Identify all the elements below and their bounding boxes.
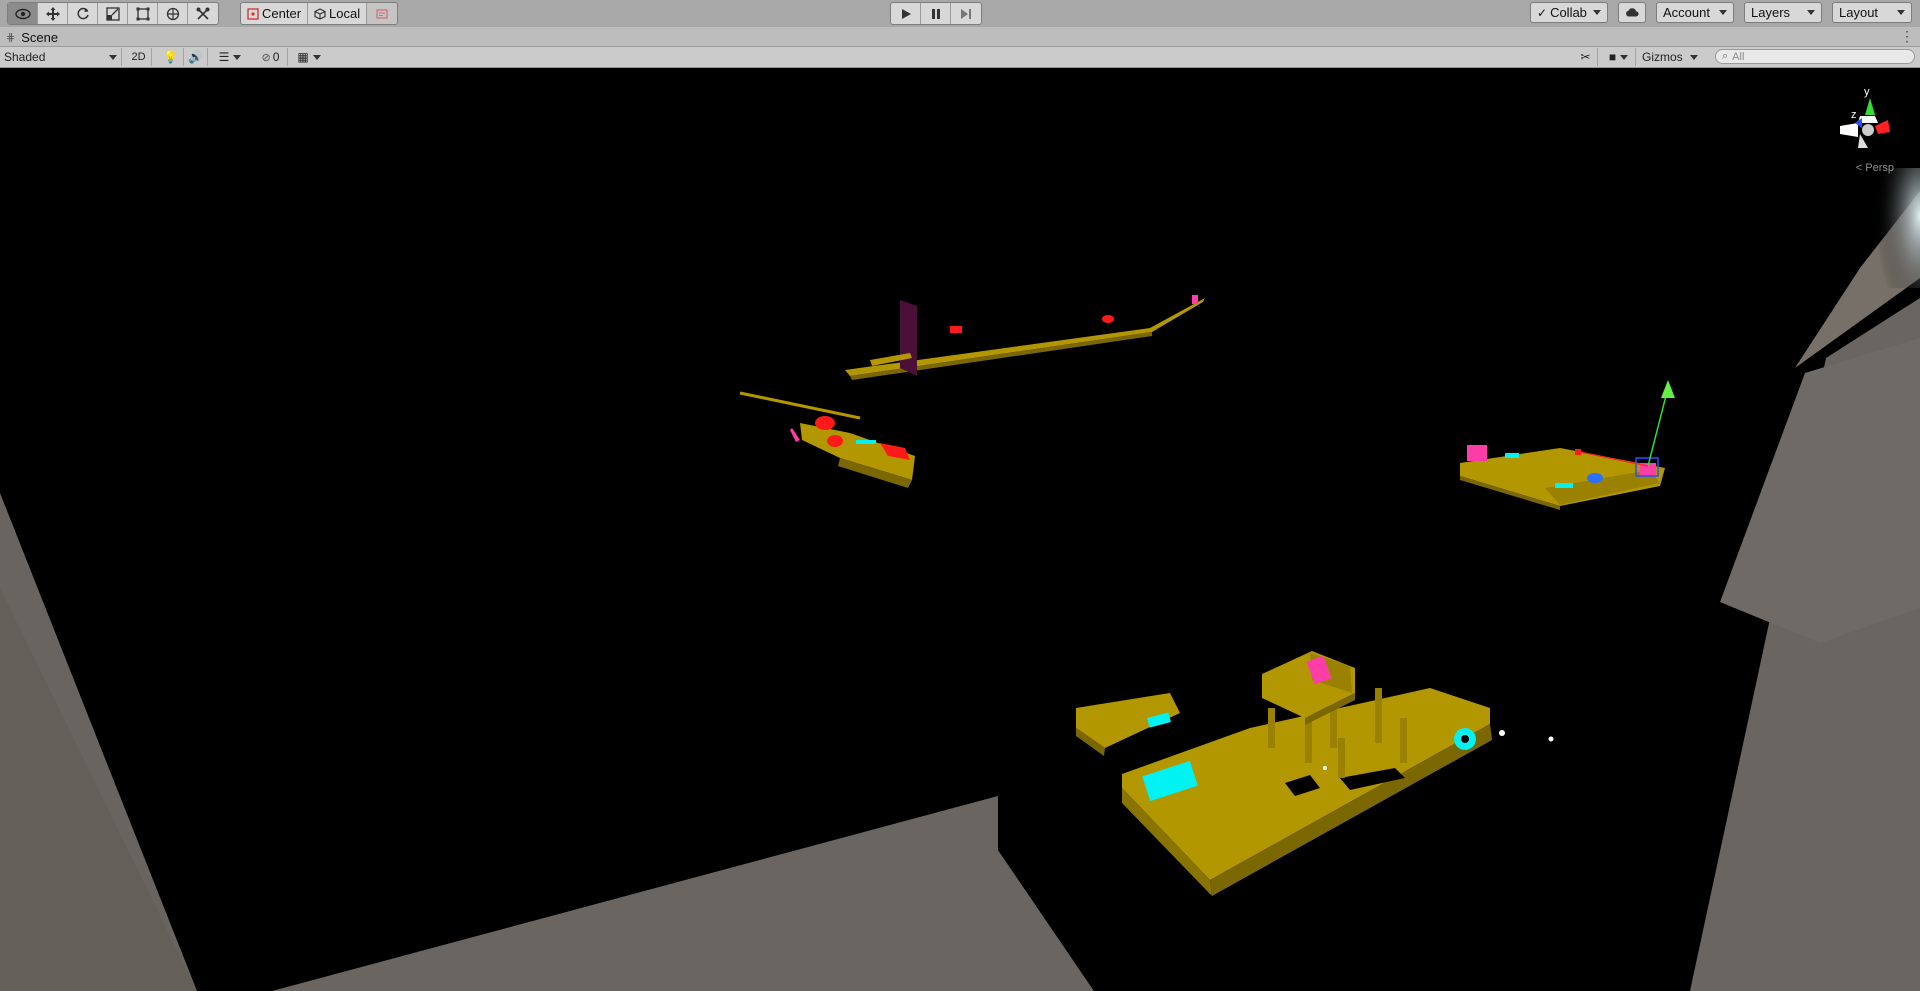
transform-tools bbox=[7, 2, 219, 25]
toggle-2d-button[interactable]: 2D bbox=[126, 48, 152, 66]
rotate-icon[interactable] bbox=[68, 3, 98, 24]
step-button[interactable] bbox=[951, 3, 981, 24]
account-label: Account bbox=[1663, 5, 1710, 20]
cloud-icon bbox=[1626, 8, 1639, 17]
pivot-space-button[interactable]: Local bbox=[308, 3, 368, 24]
scene-search-placeholder: All bbox=[1732, 50, 1745, 63]
speaker-icon: 🔊 bbox=[188, 50, 203, 64]
chevron-down-icon bbox=[1719, 10, 1727, 15]
eye-icon[interactable] bbox=[8, 3, 38, 24]
layers-dropdown[interactable]: Layers bbox=[1744, 2, 1822, 23]
toggle-2d-label: 2D bbox=[131, 51, 146, 63]
scene-viewport[interactable]: y z < Persp bbox=[0, 68, 1920, 991]
snap-toggle-button[interactable] bbox=[367, 3, 398, 24]
search-icon: ⌕ bbox=[1722, 50, 1729, 62]
chevron-down-icon bbox=[312, 54, 321, 60]
custom-tool-icon[interactable] bbox=[188, 3, 218, 24]
local-space-icon bbox=[314, 7, 326, 20]
chevron-down-icon bbox=[1690, 54, 1698, 60]
ground-plane bbox=[0, 191, 1920, 991]
snap-icon bbox=[376, 8, 388, 19]
tools-toggle[interactable]: ✂ bbox=[1574, 48, 1598, 66]
step-icon bbox=[961, 8, 971, 19]
playback-controls bbox=[890, 2, 982, 25]
left-tilted-platform bbox=[739, 391, 915, 488]
rect-tool-icon[interactable] bbox=[128, 3, 158, 24]
pivot-toggles: Center Local bbox=[240, 2, 399, 25]
hidden-objects-toggle[interactable]: ⊘ 0 bbox=[254, 48, 288, 66]
camera-dropdown[interactable]: ■ bbox=[1602, 48, 1636, 66]
perspective-label[interactable]: < Persp bbox=[1856, 162, 1894, 174]
space-label: Local bbox=[329, 6, 361, 21]
draw-mode-dropdown[interactable]: Shaded bbox=[0, 48, 122, 66]
cloud-button[interactable] bbox=[1618, 2, 1646, 23]
grid-snap-dropdown[interactable]: ▦ bbox=[290, 48, 328, 66]
collab-check-icon: ✓ bbox=[1537, 5, 1548, 20]
hidden-count: 0 bbox=[272, 50, 280, 64]
eye-slash-icon: ⊘ bbox=[261, 51, 271, 64]
chevron-down-icon bbox=[1807, 10, 1815, 15]
grid-icon: ▦ bbox=[297, 50, 309, 64]
upper-walkway bbox=[845, 295, 1205, 380]
gizmos-label: Gizmos bbox=[1642, 50, 1683, 64]
chevron-down-icon bbox=[1620, 54, 1629, 60]
chevron-down-icon bbox=[1592, 10, 1601, 15]
layout-label: Layout bbox=[1839, 5, 1879, 20]
chevron-down-icon bbox=[109, 54, 117, 60]
lighting-toggle[interactable]: 💡 bbox=[158, 48, 184, 66]
move-icon[interactable] bbox=[38, 3, 68, 24]
effects-dropdown[interactable]: ☰ bbox=[212, 48, 248, 66]
lightbulb-icon: 💡 bbox=[163, 50, 178, 64]
draw-mode-label: Shaded bbox=[4, 50, 46, 64]
account-dropdown[interactable]: Account bbox=[1656, 2, 1734, 23]
scale-icon[interactable] bbox=[98, 3, 128, 24]
pivot-center-button[interactable]: Center bbox=[241, 3, 309, 24]
layers-stack-icon: ☰ bbox=[218, 50, 230, 64]
chevron-down-icon bbox=[233, 54, 242, 60]
layout-dropdown[interactable]: Layout bbox=[1832, 2, 1912, 23]
audio-toggle[interactable]: 🔊 bbox=[184, 48, 208, 66]
orientation-gizmo[interactable]: y z bbox=[1840, 86, 1890, 148]
chevron-down-icon bbox=[1897, 10, 1905, 15]
pivot-center-icon bbox=[247, 7, 259, 20]
play-icon bbox=[901, 8, 911, 19]
more-options-icon[interactable]: ⋮ bbox=[1900, 28, 1914, 45]
pause-icon bbox=[931, 8, 940, 19]
gizmos-dropdown[interactable]: Gizmos bbox=[1638, 48, 1702, 66]
main-toolbar: Center Local ✓ Collab Account Layers Lay… bbox=[0, 0, 1920, 28]
gizmo-axis-z-label: z bbox=[1851, 109, 1857, 121]
right-platform bbox=[1460, 380, 1675, 510]
layers-label: Layers bbox=[1751, 5, 1791, 20]
gizmo-axis-y-label: y bbox=[1864, 86, 1870, 98]
play-button[interactable] bbox=[891, 3, 921, 24]
camera-icon: ■ bbox=[1608, 50, 1617, 64]
collab-label: Collab bbox=[1550, 5, 1587, 20]
pivot-label: Center bbox=[262, 6, 302, 21]
scene-grid-icon: ⋕ bbox=[6, 32, 16, 44]
tab-scene[interactable]: ⋕ Scene bbox=[6, 29, 58, 46]
collab-dropdown[interactable]: ✓ Collab bbox=[1530, 2, 1608, 23]
scene-render: y z bbox=[0, 86, 1920, 991]
transform-icon[interactable] bbox=[158, 3, 188, 24]
window-tab-bar: ⋕ Scene ⋮ bbox=[0, 27, 1920, 47]
pause-button[interactable] bbox=[921, 3, 951, 24]
tab-scene-label: Scene bbox=[21, 30, 59, 45]
scene-control-bar: Shaded 2D 💡 🔊 ☰ ⊘ 0 ▦ ✂ ■ Gizmos ⌕ All bbox=[0, 47, 1920, 68]
scene-search-field[interactable]: ⌕ All bbox=[1715, 49, 1915, 64]
wrench-icon: ✂ bbox=[1580, 50, 1591, 64]
